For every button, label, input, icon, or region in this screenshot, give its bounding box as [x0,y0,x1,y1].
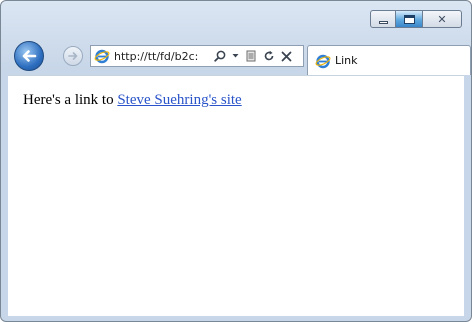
address-bar-actions [214,50,292,62]
maximize-button[interactable] [396,10,422,28]
page-content: Here's a link to Steve Suehring's site [8,75,464,316]
paragraph-text: Here's a link to [23,92,118,108]
chevron-down-icon[interactable] [232,53,239,59]
caption-buttons: ✕ [370,10,462,28]
forward-button[interactable] [63,46,83,66]
ie-logo-icon [315,54,331,68]
maximize-icon [403,14,415,24]
close-button[interactable]: ✕ [422,10,462,28]
ie-logo-icon [94,49,110,64]
browser-window: ✕ http://tt/fd/b2c: Link Here's a link t… [0,0,472,322]
refresh-icon[interactable] [263,50,275,62]
stop-icon[interactable] [281,51,292,62]
address-bar[interactable]: http://tt/fd/b2c: [90,45,304,67]
tab-title: Link [335,54,358,67]
forward-arrow-icon [68,52,78,60]
site-link[interactable]: Steve Suehring's site [117,92,241,108]
tab-link[interactable]: Link [307,45,471,75]
address-url: http://tt/fd/b2c: [114,49,199,63]
minimize-icon [378,20,388,24]
back-button[interactable] [14,41,44,71]
back-arrow-icon [22,50,37,62]
paragraph: Here's a link to Steve Suehring's site [23,92,242,109]
minimize-button[interactable] [370,10,396,28]
compatibility-view-icon[interactable] [245,50,257,62]
close-icon: ✕ [437,12,447,26]
navigation-bar: http://tt/fd/b2c: Link [1,41,471,75]
search-icon[interactable] [214,50,226,62]
